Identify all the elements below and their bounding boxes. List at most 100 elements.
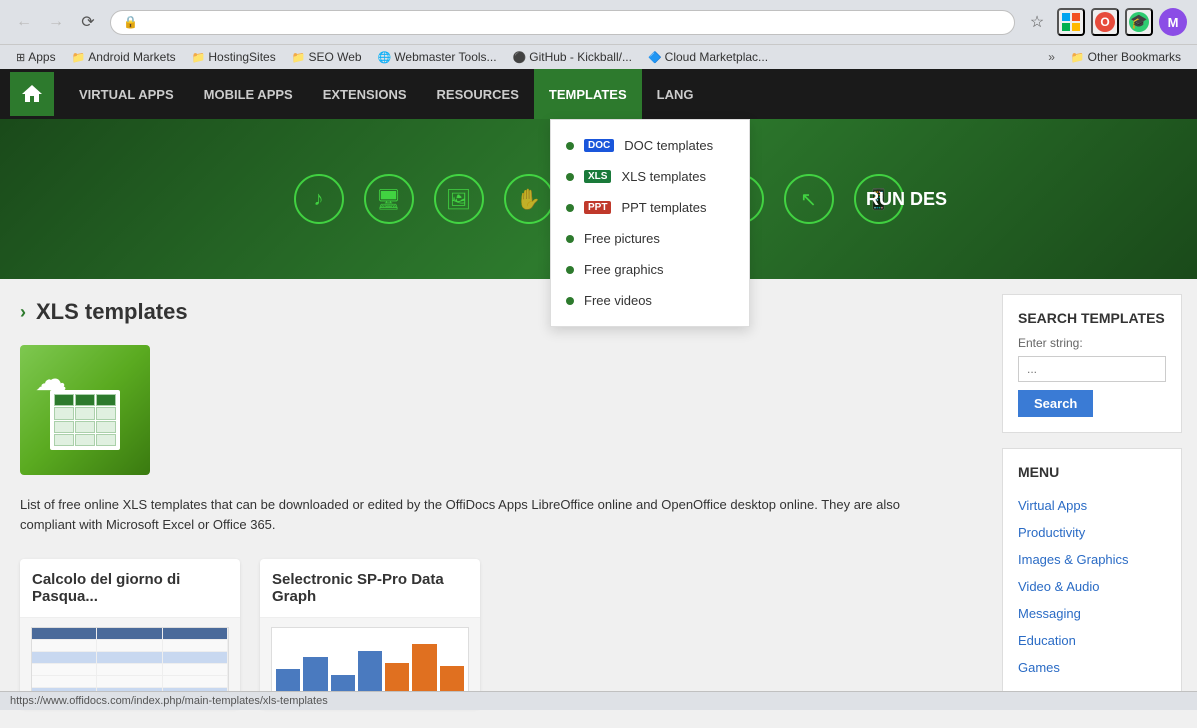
dropdown-free-pictures[interactable]: Free pictures (551, 223, 749, 254)
dropdown-ppt-templates[interactable]: PPT PPT templates (551, 192, 749, 223)
lock-icon: 🔒 (123, 15, 138, 29)
bookmark-webmaster-label: Webmaster Tools... (394, 50, 496, 64)
cell-3 (96, 407, 116, 419)
url-input[interactable]: offidocs.com/index.php/main-templates/xl… (144, 15, 1002, 30)
dot-icon-graphics (566, 266, 574, 274)
main-content: › XLS templates ☁ (0, 279, 1197, 728)
menu-item-images-graphics[interactable]: Images & Graphics (1018, 546, 1166, 573)
search-button[interactable]: Search (1018, 390, 1093, 417)
bookmark-seo[interactable]: 📁 SEO Web (286, 48, 368, 66)
page-description: List of free online XLS templates that c… (20, 495, 920, 534)
page-title-bar: › XLS templates (20, 299, 967, 325)
menu-item-education[interactable]: Education (1018, 627, 1166, 654)
menu-item-video-audio[interactable]: Video & Audio (1018, 573, 1166, 600)
home-nav-button[interactable] (10, 72, 54, 116)
bookmark-hosting[interactable]: 📁 HostingSites (186, 48, 282, 66)
bookmark-other[interactable]: 📁 Other Bookmarks (1065, 48, 1187, 66)
bookmark-github-label: GitHub - Kickball/... (529, 50, 632, 64)
bookmark-android-label: Android Markets (88, 50, 175, 64)
hero-image-icon: 🖼 (434, 174, 484, 224)
status-url: https://www.offidocs.com/index.php/main-… (10, 695, 328, 707)
hero-touch-icon: ✋ (504, 174, 554, 224)
status-bar: https://www.offidocs.com/index.php/main-… (0, 691, 1197, 710)
templates-grid: Calcolo del giorno di Pasqua... Se (20, 559, 967, 708)
toolbar-icons: ☆ O 🎓 M (1023, 8, 1187, 36)
preview-spreadsheet-0 (31, 627, 229, 699)
dropdown-graphics-label: Free graphics (584, 262, 663, 277)
bookmark-webmaster[interactable]: 🌐 Webmaster Tools... (372, 48, 503, 66)
dropdown-videos-label: Free videos (584, 293, 652, 308)
hero-run-text: RUN DES (866, 189, 947, 210)
cell-h2 (75, 394, 95, 406)
nav-resources[interactable]: RESOURCES (422, 69, 534, 119)
cell-5 (75, 421, 95, 433)
template-card-1[interactable]: Selectronic SP-Pro Data Graph (260, 559, 480, 708)
content-area: › XLS templates ☁ (0, 279, 987, 728)
menu-item-games[interactable]: Games (1018, 654, 1166, 681)
folder-icon-other: 📁 (1071, 51, 1085, 64)
bookmark-other-label: Other Bookmarks (1088, 50, 1181, 64)
nav-virtual-apps[interactable]: VIRTUAL APPS (64, 69, 189, 119)
dropdown-free-videos[interactable]: Free videos (551, 285, 749, 316)
menu-box: MENU Virtual Apps Productivity Images & … (1002, 448, 1182, 697)
extension-graduation-icon[interactable]: 🎓 (1125, 8, 1153, 36)
bar-6 (412, 644, 436, 694)
dropdown-pictures-label: Free pictures (584, 231, 660, 246)
ppt-badge: PPT (584, 201, 611, 214)
doc-badge: DOC (584, 139, 614, 152)
reload-button[interactable]: ⟳ (74, 8, 102, 36)
globe-icon-webmaster: 🌐 (378, 51, 392, 64)
folder-icon-hosting: 📁 (192, 51, 206, 64)
xls-badge: XLS (584, 170, 611, 183)
bookmarks-more-button[interactable]: » (1042, 48, 1061, 66)
extension-red-icon[interactable]: O (1091, 8, 1119, 36)
sidebar: SEARCH TEMPLATES Enter string: Search ME… (987, 279, 1197, 728)
bar-5 (385, 663, 409, 694)
cell-1 (54, 407, 74, 419)
dropdown-free-graphics[interactable]: Free graphics (551, 254, 749, 285)
menu-item-virtual-apps[interactable]: Virtual Apps (1018, 492, 1166, 519)
profile-button[interactable]: M (1159, 8, 1187, 36)
dropdown-xls-templates[interactable]: XLS XLS templates (551, 161, 749, 192)
bookmark-android[interactable]: 📁 Android Markets (66, 48, 182, 66)
template-card-title-1: Selectronic SP-Pro Data Graph (260, 559, 480, 618)
dropdown-xls-label: XLS templates (621, 169, 706, 184)
hero-music-icon: ♪ (294, 174, 344, 224)
folder-icon-android: 📁 (72, 51, 86, 64)
bookmark-cloud[interactable]: 🔷 Cloud Marketplac... (642, 48, 774, 66)
dropdown-doc-templates[interactable]: DOC DOC templates (551, 130, 749, 161)
back-button[interactable]: ← (10, 8, 38, 36)
bookmark-apps[interactable]: ⊞ Apps (10, 48, 62, 66)
menu-item-productivity[interactable]: Productivity (1018, 519, 1166, 546)
chart-preview (271, 627, 469, 699)
chevron-right-icon: › (20, 302, 26, 323)
bookmark-github[interactable]: ⚫ GitHub - Kickball/... (507, 48, 638, 66)
browser-chrome: ← → ⟳ 🔒 offidocs.com/index.php/main-temp… (0, 0, 1197, 69)
cell-6 (96, 421, 116, 433)
svg-text:🎓: 🎓 (1130, 13, 1147, 30)
bar-2 (303, 657, 327, 694)
spreadsheet-icon (50, 390, 120, 450)
hero-monitor-icon: 🖥 (364, 174, 414, 224)
site-nav: VIRTUAL APPS MOBILE APPS EXTENSIONS RESO… (0, 69, 1197, 119)
cloud-marketplace-icon: 🔷 (648, 51, 662, 64)
nav-templates[interactable]: TEMPLATES (534, 69, 642, 119)
nav-extensions[interactable]: EXTENSIONS (308, 69, 422, 119)
bookmark-cloud-label: Cloud Marketplac... (665, 50, 768, 64)
menu-title: MENU (1018, 464, 1166, 480)
cell-4 (54, 421, 74, 433)
browser-toolbar: ← → ⟳ 🔒 offidocs.com/index.php/main-temp… (0, 0, 1197, 44)
address-bar[interactable]: 🔒 offidocs.com/index.php/main-templates/… (110, 10, 1015, 35)
dot-icon-pictures (566, 235, 574, 243)
cell-h3 (96, 394, 116, 406)
nav-mobile-apps[interactable]: MOBILE APPS (189, 69, 308, 119)
template-card-0[interactable]: Calcolo del giorno di Pasqua... (20, 559, 240, 708)
forward-button[interactable]: → (42, 8, 70, 36)
bar-7 (440, 666, 464, 694)
bookmark-star-button[interactable]: ☆ (1023, 8, 1051, 36)
nav-lang[interactable]: LANG (642, 69, 709, 119)
cloud-icon: ☁ (35, 360, 67, 398)
search-input[interactable] (1018, 356, 1166, 382)
menu-item-messaging[interactable]: Messaging (1018, 600, 1166, 627)
extension-windows-icon[interactable] (1057, 8, 1085, 36)
